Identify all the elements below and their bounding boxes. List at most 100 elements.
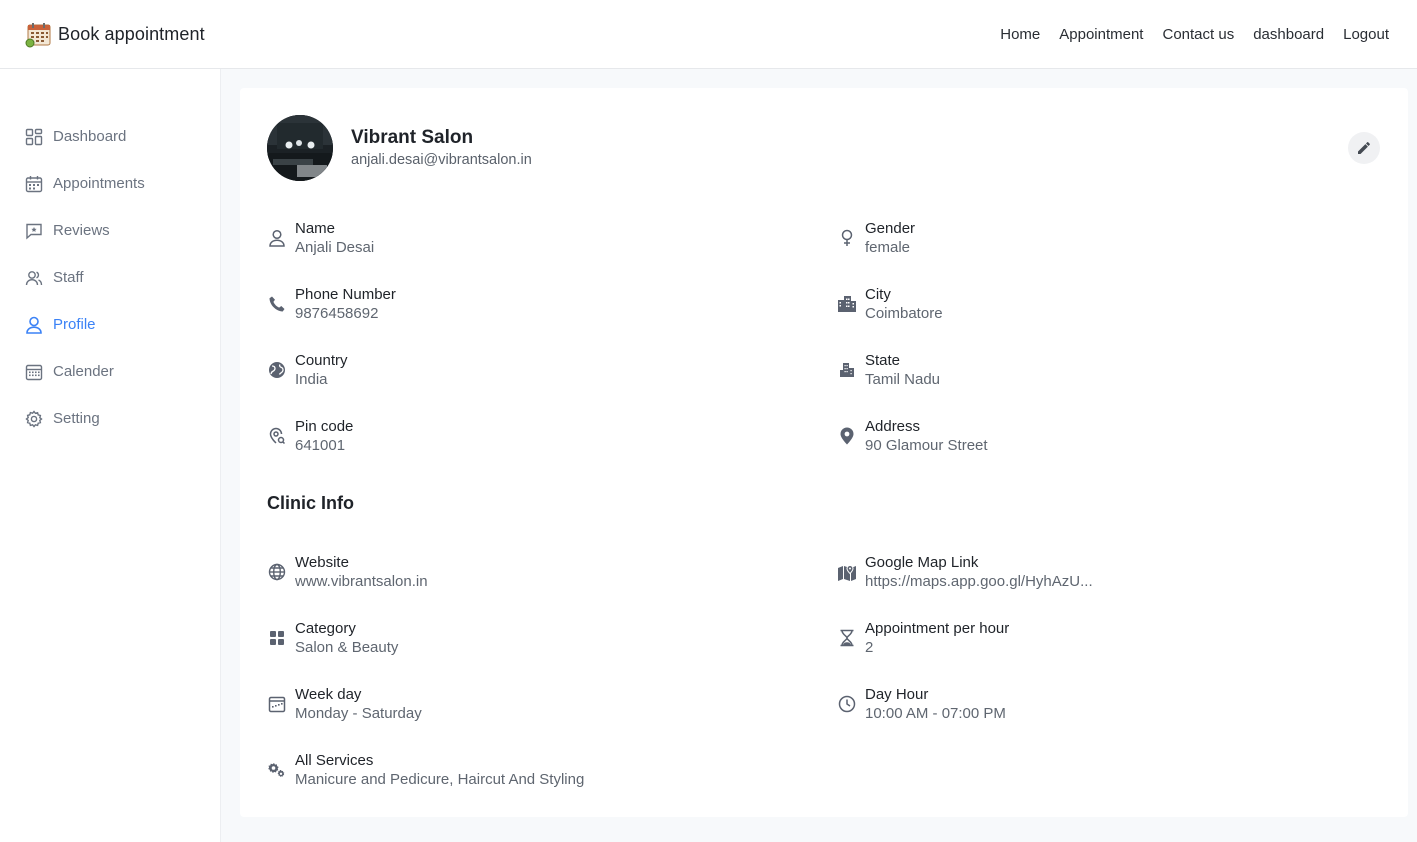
sidebar-item-label: Calender xyxy=(53,363,114,380)
pencil-icon xyxy=(1358,142,1370,154)
hourglass-icon xyxy=(837,628,857,648)
field-city: City Coimbatore xyxy=(837,285,943,323)
field-label: Pin code xyxy=(295,418,354,435)
sidebar-item-appointments[interactable]: Appointments xyxy=(0,160,220,207)
field-value: Manicure and Pedicure, Haircut And Styli… xyxy=(295,771,585,788)
field-label: Country xyxy=(295,352,348,369)
field-value: India xyxy=(295,371,328,388)
sidebar-item-label: Dashboard xyxy=(53,128,127,145)
nav-home-link[interactable]: Home xyxy=(1000,26,1040,43)
field-weekday: Week day Monday - Saturday xyxy=(267,685,422,723)
field-value: Anjali Desai xyxy=(295,239,375,256)
sidebar-item-setting[interactable]: Setting xyxy=(0,395,220,442)
field-value: Coimbatore xyxy=(865,305,943,322)
clock-icon xyxy=(837,694,857,714)
profile-email: anjali.desai@vibrantsalon.in xyxy=(351,152,532,168)
user-icon xyxy=(25,316,43,334)
sidebar-item-label: Profile xyxy=(53,316,96,333)
nav-dashboard-link[interactable]: dashboard xyxy=(1253,26,1324,43)
profile-header: Vibrant Salon anjali.desai@vibrantsalon.… xyxy=(267,115,532,181)
sidebar-item-label: Appointments xyxy=(53,175,145,192)
field-services: All Services Manicure and Pedicure, Hairc… xyxy=(267,751,584,789)
field-label: All Services xyxy=(295,752,374,769)
calendar-icon xyxy=(25,22,51,47)
nav-appointment-link[interactable]: Appointment xyxy=(1059,26,1143,43)
field-label: Website xyxy=(295,554,349,571)
field-pincode: Pin code 641001 xyxy=(267,417,353,455)
field-label: Week day xyxy=(295,686,362,703)
field-gender: Gender female xyxy=(837,219,915,257)
brand[interactable]: Book appointment xyxy=(25,21,205,48)
users-icon xyxy=(25,269,43,287)
field-label: Category xyxy=(295,620,356,637)
field-country: Country India xyxy=(267,351,348,389)
field-website: Website www.vibrantsalon.in xyxy=(267,553,428,591)
sidebar-item-calender[interactable]: Calender xyxy=(0,348,220,395)
globe-filled-icon xyxy=(267,360,287,380)
edit-profile-button[interactable] xyxy=(1348,132,1380,164)
field-label: City xyxy=(865,286,891,303)
nav-logout-link[interactable]: Logout xyxy=(1343,26,1389,43)
calendar-week-icon xyxy=(267,694,287,714)
field-value: 9876458692 xyxy=(295,305,379,322)
field-label: Day Hour xyxy=(865,686,929,703)
field-label: Address xyxy=(865,418,921,435)
sidebar-item-profile[interactable]: Profile xyxy=(0,301,220,348)
field-label: Gender xyxy=(865,220,916,237)
calendar-grid-icon xyxy=(25,363,43,381)
clinic-info-heading: Clinic Info xyxy=(267,493,354,513)
nav-contact-link[interactable]: Contact us xyxy=(1162,26,1234,43)
field-phone: Phone Number 9876458692 xyxy=(267,285,396,323)
field-value: female xyxy=(865,239,911,256)
sidebar-item-label: Setting xyxy=(53,410,100,427)
field-value: 90 Glamour Street xyxy=(865,437,988,454)
sidebar-item-label: Staff xyxy=(53,269,84,286)
globe-icon xyxy=(267,562,287,582)
field-value[interactable]: https://maps.app.goo.gl/HyhAzU... xyxy=(865,572,1093,591)
profile-name: Vibrant Salon xyxy=(351,127,474,148)
field-value: Tamil Nadu xyxy=(865,371,941,388)
sidebar-item-label: Reviews xyxy=(53,222,110,239)
field-category: Category Salon & Beauty xyxy=(267,619,398,657)
building-icon xyxy=(837,360,857,380)
field-state: State Tamil Nadu xyxy=(837,351,940,389)
top-navbar: Book appointment Home Appointment Contac… xyxy=(0,0,1417,69)
gear-icon xyxy=(25,409,43,428)
category-icon xyxy=(267,628,287,648)
field-value: Salon & Beauty xyxy=(295,639,399,656)
field-day-hour: Day Hour 10:00 AM - 07:00 PM xyxy=(837,685,1006,723)
sidebar-item-reviews[interactable]: Reviews xyxy=(0,207,220,254)
city-icon xyxy=(837,294,857,314)
user-outline-icon xyxy=(267,228,287,248)
field-value: 2 xyxy=(865,639,874,656)
field-value: 10:00 AM - 07:00 PM xyxy=(865,705,1006,722)
dashboard-grid-icon xyxy=(25,128,43,146)
location-search-icon xyxy=(267,426,287,446)
sidebar-item-dashboard[interactable]: Dashboard xyxy=(0,113,220,160)
sidebar-item-staff[interactable]: Staff xyxy=(0,254,220,301)
field-value: 641001 xyxy=(295,437,346,454)
field-map-link: Google Map Link https://maps.app.goo.gl/H… xyxy=(837,553,1093,591)
field-name: Name Anjali Desai xyxy=(267,219,374,257)
map-icon xyxy=(837,562,857,582)
field-address: Address 90 Glamour Street xyxy=(837,417,988,455)
gears-icon xyxy=(267,760,287,780)
phone-icon xyxy=(267,294,287,314)
app-title: Book appointment xyxy=(58,23,205,44)
field-value[interactable]: www.vibrantsalon.in xyxy=(295,572,428,591)
calendar-icon xyxy=(25,175,43,193)
field-label: Name xyxy=(295,220,336,237)
field-label: Google Map Link xyxy=(865,554,979,571)
map-pin-icon xyxy=(837,426,857,446)
field-value: Monday - Saturday xyxy=(295,705,422,722)
top-nav: Home Appointment Contact us dashboard Lo… xyxy=(1000,26,1389,43)
field-label: Phone Number xyxy=(295,286,396,303)
sidebar: Dashboard Appointments Reviews Staff Pro… xyxy=(0,69,221,842)
review-icon xyxy=(25,222,43,240)
profile-card: Vibrant Salon anjali.desai@vibrantsalon.… xyxy=(240,88,1408,817)
avatar xyxy=(267,115,333,181)
field-per-hour: Appointment per hour 2 xyxy=(837,619,1009,657)
field-label: State xyxy=(865,352,901,369)
field-label: Appointment per hour xyxy=(865,620,1010,637)
female-icon xyxy=(837,228,857,248)
